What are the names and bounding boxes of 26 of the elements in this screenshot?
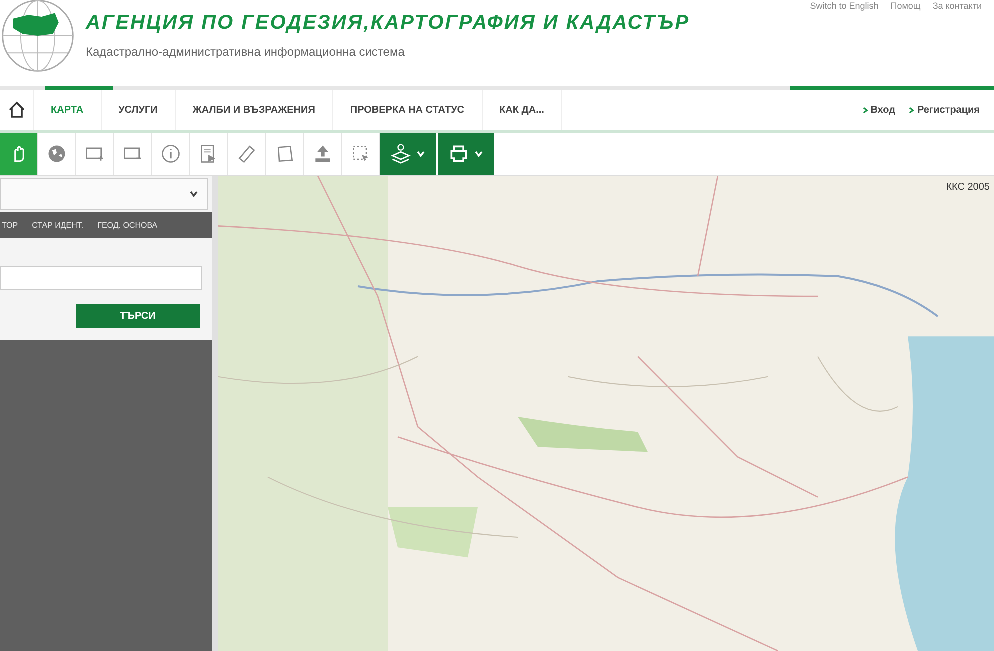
search-button[interactable]: ТЪРСИ [76,304,200,328]
chevron-icon [862,106,868,114]
search-tab[interactable]: ГЕОД. ОСНОВА [98,220,158,230]
caret-icon [474,149,484,159]
header-link[interactable]: За контакти [932,1,982,11]
printer-icon [448,143,470,165]
info-icon [160,143,182,165]
map-area[interactable]: ККС 2005 [218,176,994,651]
home-icon [6,100,26,120]
search-field[interactable] [0,266,202,290]
layers-icon [390,143,412,165]
header-link[interactable]: Switch to English [810,1,879,11]
account-link[interactable]: Вход [870,104,896,116]
system-subtitle: Кадастрално-административна информационна система [86,45,406,59]
dropdown-field[interactable] [0,178,208,210]
print-menu-tool-button[interactable] [438,133,496,175]
caret-icon [416,149,426,159]
projection-label: ККС 2005 [946,182,990,193]
agency-title: АГЕНЦИЯ ПО ГЕОДЕЗИЯ,КАРТОГРАФИЯ И КАДАСТЪР [86,12,690,35]
search-tab[interactable]: ТОР [2,220,18,230]
header-link[interactable]: Помощ [890,1,921,11]
caret-icon [189,189,199,199]
account-link[interactable]: Регистрация [917,104,980,116]
search-tab[interactable]: СТАР ИДЕНТ. [32,220,84,230]
chevron-icon [909,106,914,114]
layers-menu-tool-button[interactable] [380,133,438,175]
